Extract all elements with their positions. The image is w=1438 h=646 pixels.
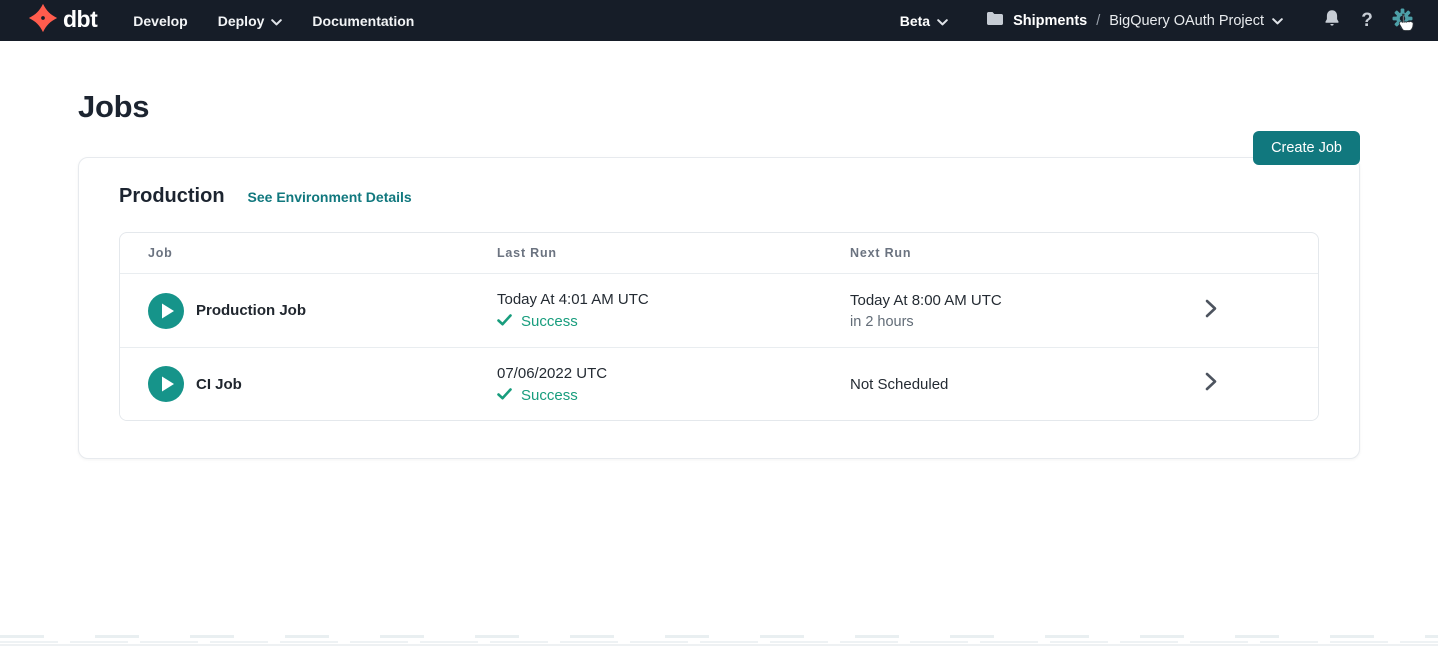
next-run-time: Not Scheduled <box>850 376 1205 393</box>
nav-item-develop-label: Develop <box>133 13 187 29</box>
help-button[interactable]: ? <box>1355 9 1379 33</box>
run-job-button[interactable] <box>148 293 184 329</box>
last-run-status: Success <box>497 313 850 330</box>
next-run-time: Today At 8:00 AM UTC <box>850 292 1205 309</box>
chevron-right-icon[interactable] <box>1205 299 1217 323</box>
environment-card: Production See Environment Details Job L… <box>78 157 1360 459</box>
last-run-cell: Today At 4:01 AM UTC Success <box>497 291 850 330</box>
next-run-note: in 2 hours <box>850 314 1205 330</box>
jobs-table: Job Last Run Next Run Production Job <box>119 232 1319 421</box>
breadcrumb-environment[interactable]: BigQuery OAuth Project <box>1109 13 1283 29</box>
page-bottom-dashed-texture-2 <box>0 641 1438 643</box>
table-row-production-job[interactable]: Production Job Today At 4:01 AM UTC Succ… <box>120 274 1318 347</box>
see-environment-details-link[interactable]: See Environment Details <box>248 189 412 205</box>
nav-item-deploy[interactable]: Deploy <box>218 13 283 29</box>
page-bottom-dashed-texture <box>0 635 1438 638</box>
bell-icon <box>1323 9 1341 32</box>
notifications-button[interactable] <box>1320 9 1344 33</box>
gear-icon <box>1392 8 1413 34</box>
run-job-button[interactable] <box>148 366 184 402</box>
question-mark-icon: ? <box>1361 10 1373 32</box>
column-header-last-run: Last Run <box>497 246 850 260</box>
nav-item-develop[interactable]: Develop <box>133 13 187 29</box>
environment-card-header: Production See Environment Details <box>119 185 1319 208</box>
last-run-time: Today At 4:01 AM UTC <box>497 291 850 308</box>
row-expand-cell <box>1205 372 1302 396</box>
next-run-cell: Today At 8:00 AM UTC in 2 hours <box>850 292 1205 330</box>
settings-button[interactable] <box>1390 9 1414 33</box>
next-run-cell: Not Scheduled <box>850 376 1205 393</box>
breadcrumb: Shipments / BigQuery OAuth Project <box>986 11 1283 30</box>
row-expand-cell <box>1205 299 1302 323</box>
folder-icon <box>986 11 1004 30</box>
create-job-button[interactable]: Create Job <box>1253 131 1360 165</box>
breadcrumb-separator: / <box>1096 13 1100 29</box>
chevron-down-icon <box>937 13 948 29</box>
nav-item-deploy-label: Deploy <box>218 13 265 29</box>
breadcrumb-environment-label: BigQuery OAuth Project <box>1109 13 1264 29</box>
dbt-logo[interactable]: dbt <box>28 3 97 38</box>
job-cell: Production Job <box>148 293 497 329</box>
environment-title: Production <box>119 185 225 208</box>
last-run-cell: 07/06/2022 UTC Success <box>497 365 850 404</box>
check-icon <box>497 387 512 404</box>
job-cell: CI Job <box>148 366 497 402</box>
check-icon <box>497 313 512 330</box>
dbt-logo-text: dbt <box>63 8 97 34</box>
navbar-right: Beta Shipments / BigQuery OAuth Project <box>900 9 1414 33</box>
chevron-down-icon <box>1272 13 1283 29</box>
beta-selector[interactable]: Beta <box>900 13 948 29</box>
job-name: CI Job <box>196 376 242 393</box>
primary-nav: Develop Deploy Documentation <box>133 13 414 29</box>
column-header-job: Job <box>148 246 497 260</box>
top-navbar: dbt Develop Deploy Documentation Beta Sh… <box>0 0 1438 41</box>
status-badge: Success <box>521 387 578 404</box>
chevron-down-icon <box>271 13 282 29</box>
table-row-ci-job[interactable]: CI Job 07/06/2022 UTC Success Not Schedu… <box>120 347 1318 420</box>
nav-item-documentation-label: Documentation <box>312 13 414 29</box>
jobs-table-header: Job Last Run Next Run <box>120 233 1318 274</box>
dbt-logo-icon <box>28 3 58 38</box>
main-content: Jobs Create Job Production See Environme… <box>0 41 1438 459</box>
nav-item-documentation[interactable]: Documentation <box>312 13 414 29</box>
job-name: Production Job <box>196 302 306 319</box>
beta-label: Beta <box>900 13 930 29</box>
last-run-time: 07/06/2022 UTC <box>497 365 850 382</box>
chevron-right-icon[interactable] <box>1205 372 1217 396</box>
page-title: Jobs <box>78 41 1360 125</box>
last-run-status: Success <box>497 387 850 404</box>
breadcrumb-project[interactable]: Shipments <box>1013 13 1087 29</box>
status-badge: Success <box>521 313 578 330</box>
column-header-next-run: Next Run <box>850 246 1205 260</box>
